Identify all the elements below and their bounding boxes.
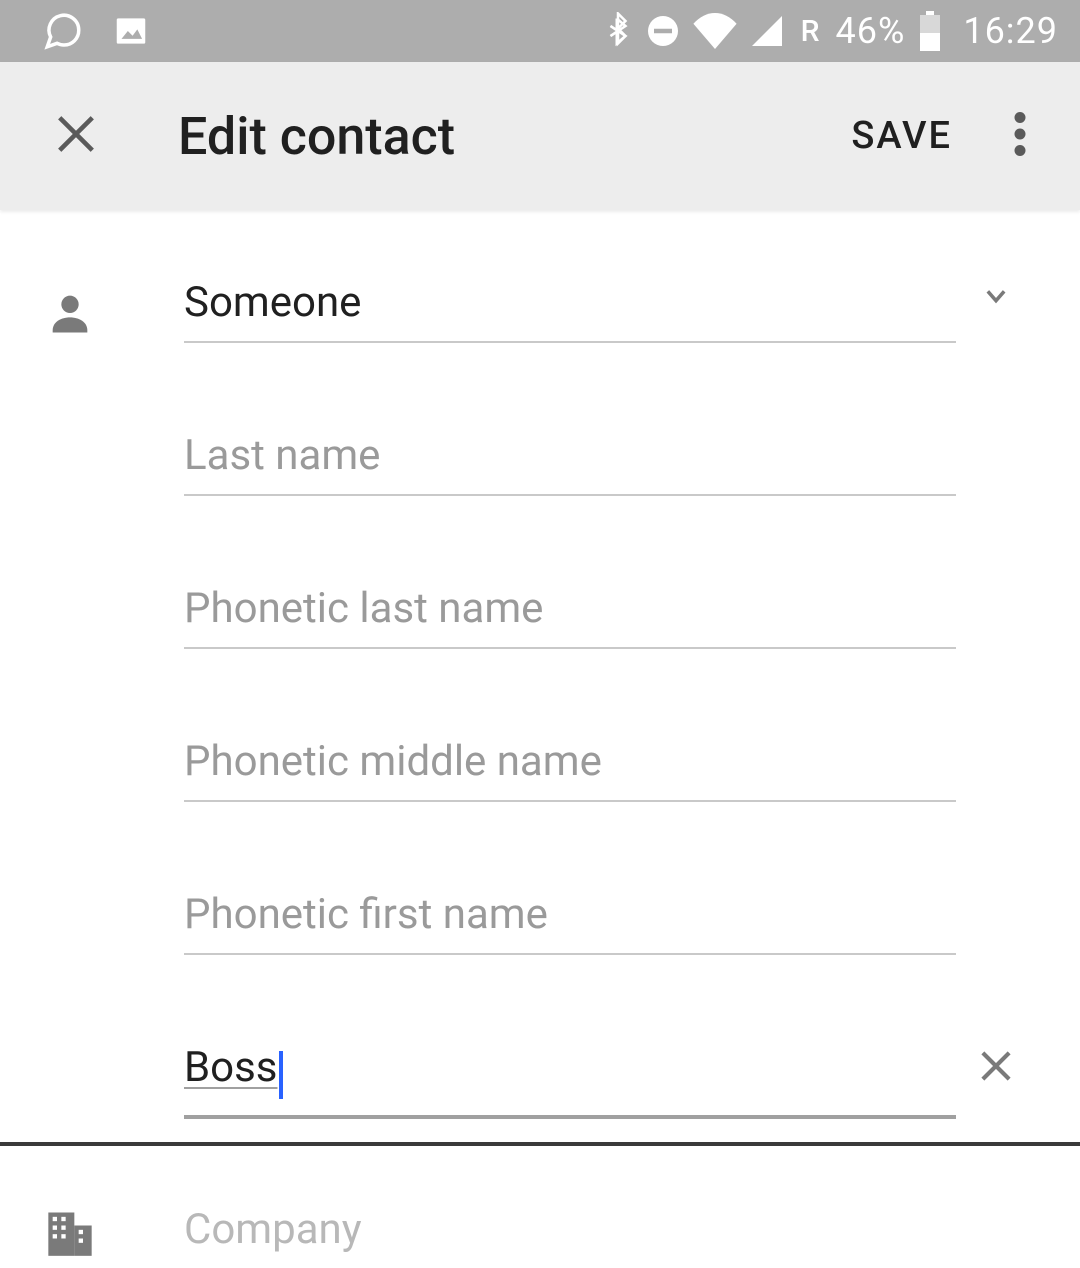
phonetic-last-field[interactable] bbox=[184, 558, 956, 649]
first-name-field[interactable] bbox=[184, 252, 956, 343]
contact-form: Boss bbox=[0, 210, 1080, 1268]
app-bar: Edit contact SAVE bbox=[0, 62, 1080, 210]
close-icon bbox=[54, 112, 98, 160]
phonetic-middle-row bbox=[0, 689, 1080, 802]
phonetic-middle-field[interactable] bbox=[184, 711, 956, 802]
last-name-row bbox=[0, 383, 1080, 496]
first-name-row bbox=[0, 230, 1080, 343]
phonetic-first-field[interactable] bbox=[184, 864, 956, 955]
bluetooth-icon bbox=[603, 12, 633, 50]
close-button[interactable] bbox=[46, 106, 106, 166]
expand-name-button[interactable] bbox=[956, 282, 1036, 314]
last-name-input[interactable] bbox=[184, 431, 956, 480]
status-bar: R 46% 16:29 bbox=[0, 0, 1080, 62]
company-placeholder: Company bbox=[184, 1205, 362, 1254]
whatsapp-icon bbox=[42, 10, 84, 52]
phonetic-last-input[interactable] bbox=[184, 584, 956, 633]
nickname-value: Boss bbox=[184, 1043, 277, 1092]
phonetic-last-row bbox=[0, 536, 1080, 649]
nickname-row: Boss bbox=[0, 995, 1080, 1119]
page-title: Edit contact bbox=[178, 106, 455, 167]
clock: 16:29 bbox=[963, 10, 1058, 52]
cellular-signal-icon bbox=[749, 13, 785, 49]
roaming-indicator: R bbox=[801, 14, 820, 49]
last-name-field[interactable] bbox=[184, 405, 956, 496]
status-bar-left bbox=[42, 10, 150, 52]
image-icon bbox=[112, 12, 150, 50]
battery-percentage: 46% bbox=[836, 10, 906, 52]
company-field[interactable]: Company bbox=[184, 1179, 956, 1268]
more-button[interactable] bbox=[990, 106, 1050, 166]
business-icon bbox=[44, 1208, 96, 1260]
text-cursor bbox=[279, 1051, 283, 1099]
battery-icon bbox=[917, 11, 943, 51]
phonetic-middle-input[interactable] bbox=[184, 737, 956, 786]
close-icon bbox=[976, 1046, 1016, 1090]
phonetic-first-input[interactable] bbox=[184, 890, 956, 939]
wifi-icon bbox=[693, 13, 737, 49]
status-bar-right: R 46% 16:29 bbox=[603, 10, 1058, 52]
first-name-input[interactable] bbox=[184, 278, 956, 327]
nickname-field[interactable]: Boss bbox=[184, 1017, 956, 1119]
person-icon bbox=[44, 287, 96, 343]
clear-nickname-button[interactable] bbox=[956, 1046, 1036, 1090]
do-not-disturb-icon bbox=[645, 13, 681, 49]
chevron-down-icon bbox=[976, 282, 1016, 314]
bottom-edge bbox=[0, 1142, 1080, 1146]
phonetic-first-row bbox=[0, 842, 1080, 955]
more-vert-icon bbox=[1014, 112, 1026, 160]
save-button[interactable]: SAVE bbox=[835, 102, 968, 170]
